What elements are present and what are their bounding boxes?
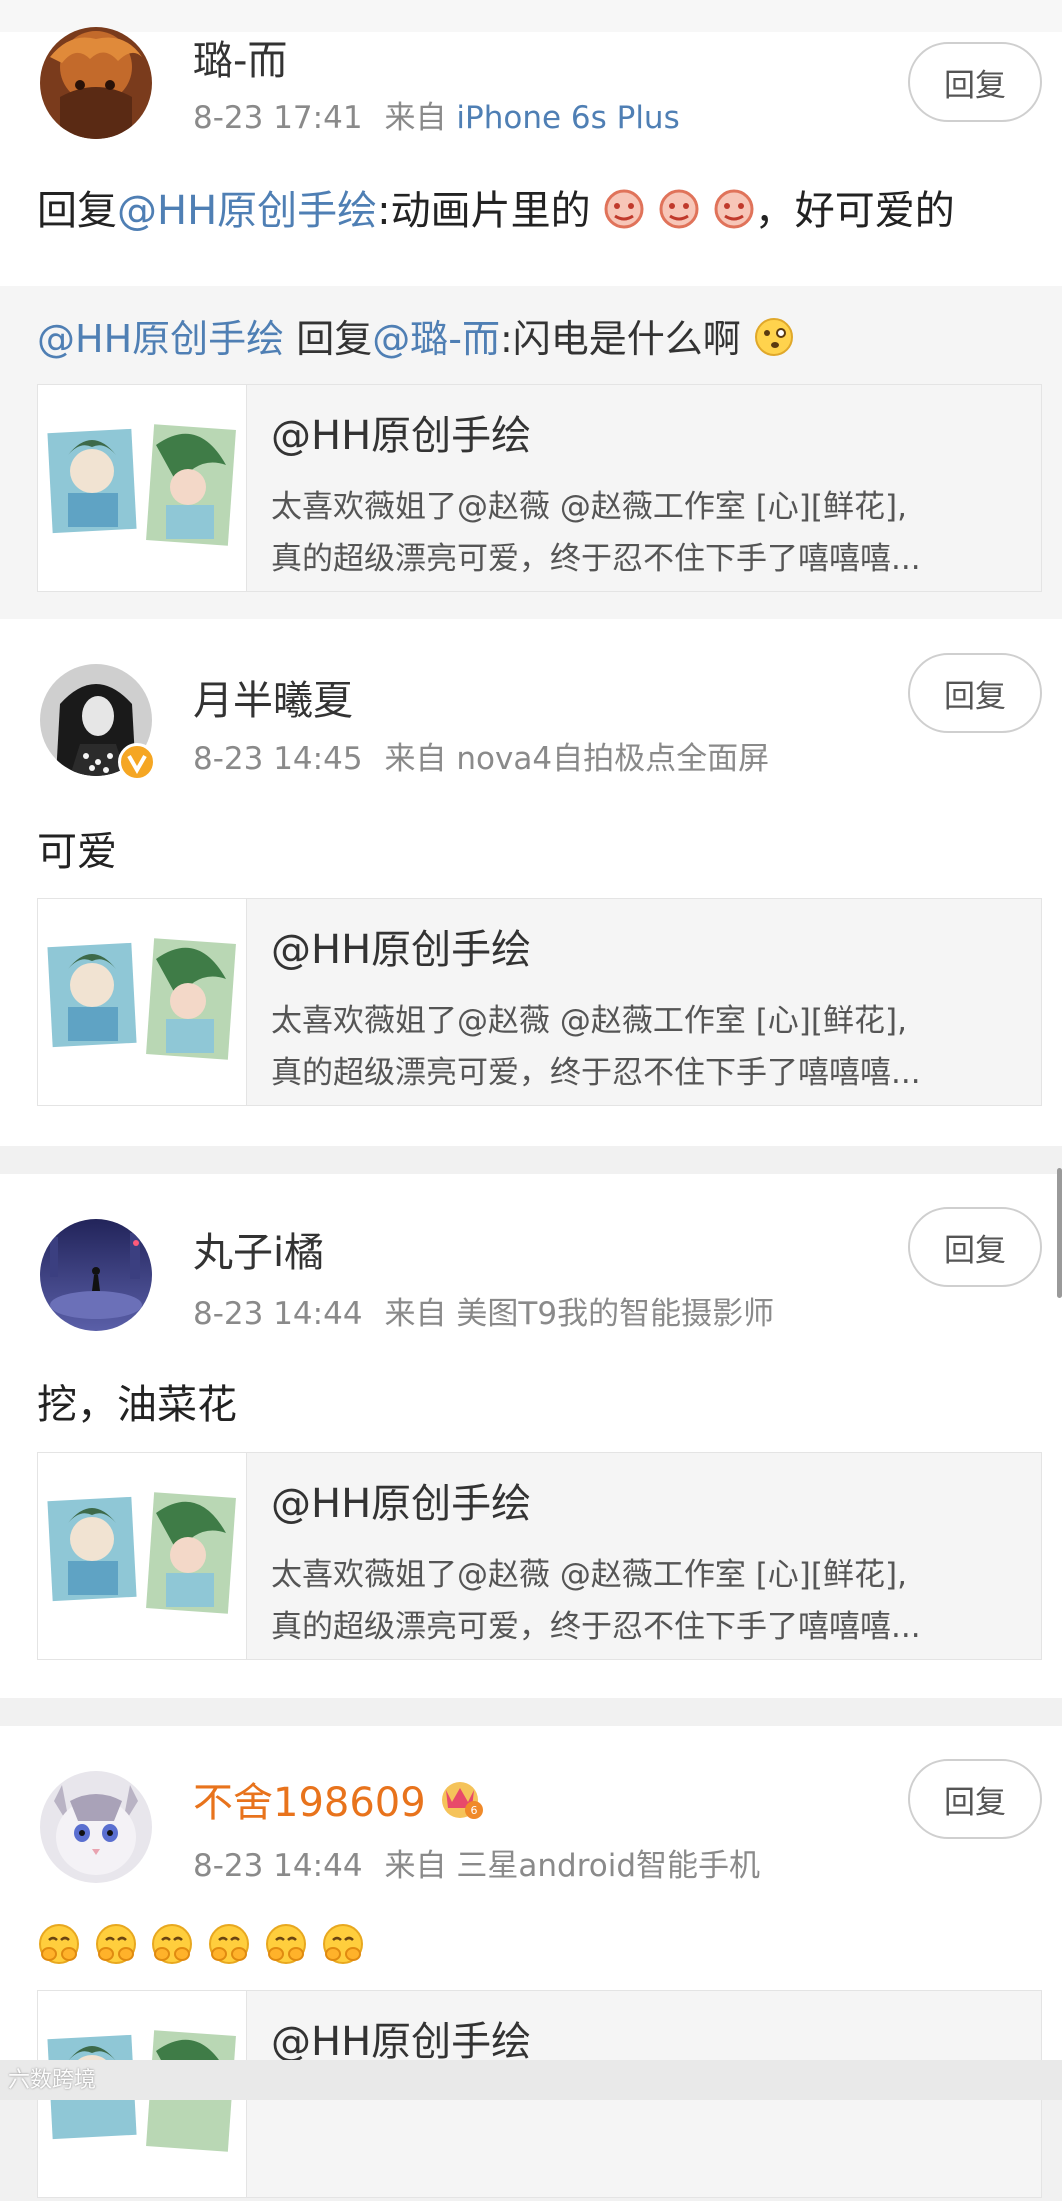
quoted-author: @HH原创手绘 — [271, 2019, 532, 2065]
avatar[interactable] — [40, 1771, 152, 1883]
device-link[interactable]: 三星android智能手机 — [456, 1848, 760, 1884]
comment-emojis — [37, 1922, 365, 1976]
hiding-face-emoji-icon — [150, 1922, 194, 1976]
post-thumbnail — [38, 385, 247, 591]
timestamp: 8-23 17:41 — [193, 100, 363, 136]
top-edge — [0, 0, 1062, 33]
emoji-icon — [658, 188, 700, 240]
comment-card: 月半曦夏 8-23 14:45 来自 nova4自拍极点全面屏 回复 可爱 @HH… — [0, 619, 1062, 1146]
quoted-post[interactable]: @HH原创手绘 太喜欢薇姐了@赵薇 @赵薇工作室 [心][鲜花], 真的超级漂亮… — [37, 898, 1042, 1106]
comment-suffix: ，好可爱的 — [754, 188, 955, 234]
verified-badge-icon — [118, 743, 156, 781]
comment-meta: 8-23 14:45 来自 nova4自拍极点全面屏 — [193, 733, 769, 778]
hiding-face-emoji-icon — [207, 1922, 251, 1976]
quoted-author: @HH原创手绘 — [271, 1481, 532, 1527]
comment-text: 挖，油菜花 — [37, 1382, 237, 1428]
quoted-text: 真的超级漂亮可爱，终于忍不住下手了嘻嘻嘻... — [271, 1055, 921, 1091]
quoted-text: 太喜欢薇姐了@赵薇 @赵薇工作室 [心][鲜花], — [271, 1557, 907, 1593]
hiding-face-emoji-icon — [94, 1922, 138, 1976]
crown-badge-icon: 6 — [438, 1776, 484, 1830]
comment-meta: 8-23 14:44 来自 三星android智能手机 — [193, 1840, 760, 1885]
avatar[interactable] — [40, 27, 152, 139]
reply-button[interactable]: 回复 — [908, 1207, 1042, 1287]
source-prefix: 来自 — [384, 100, 447, 136]
confused-emoji-icon — [753, 316, 795, 367]
timestamp: 8-23 14:44 — [193, 1848, 363, 1884]
emoji-icon — [713, 188, 755, 240]
username[interactable]: 璐-而 — [193, 28, 287, 86]
comment-card: 不舍198609 6 8-23 14:44 来自 三星android智能手机 回复… — [0, 1726, 1062, 2198]
username-text: 不舍198609 — [193, 1780, 426, 1826]
comment-text: 可爱 — [37, 829, 117, 875]
comment-body: :动画片里的 — [377, 188, 591, 234]
device-link[interactable]: iPhone 6s Plus — [456, 100, 679, 136]
hiding-face-emoji-icon — [321, 1922, 365, 1976]
bottom-edge — [0, 2060, 1062, 2100]
sub-reply-body: :闪电是什么啊 — [499, 317, 741, 361]
quoted-post[interactable]: @HH原创手绘 太喜欢薇姐了@赵薇 @赵薇工作室 [心][鲜花], 真的超级漂亮… — [37, 1452, 1042, 1660]
reply-prefix: 回复 — [37, 188, 117, 234]
username[interactable]: 丸子i橘 — [193, 1220, 324, 1278]
timestamp: 8-23 14:45 — [193, 741, 363, 777]
reply-button[interactable]: 回复 — [908, 653, 1042, 733]
post-thumbnail — [38, 899, 247, 1105]
mention-link[interactable]: @HH原创手绘 — [117, 188, 377, 234]
sub-reply: @HH原创手绘 回复@璐-而:闪电是什么啊 @HH原创手绘 太喜欢薇姐了@赵薇 … — [0, 286, 1062, 628]
emoji-icon — [603, 188, 645, 240]
comment-meta: 8-23 14:44 来自 美图T9我的智能摄影师 — [193, 1288, 774, 1333]
post-thumbnail — [38, 1453, 247, 1659]
username[interactable]: 月半曦夏 — [193, 668, 353, 726]
mention-link[interactable]: @HH原创手绘 — [37, 317, 284, 361]
quoted-text: 太喜欢薇姐了@赵薇 @赵薇工作室 [心][鲜花], — [271, 1003, 907, 1039]
reply-button[interactable]: 回复 — [908, 1759, 1042, 1839]
scrollbar[interactable] — [1057, 1168, 1062, 1298]
quoted-text: 真的超级漂亮可爱，终于忍不住下手了嘻嘻嘻... — [271, 1609, 921, 1645]
reply-button[interactable]: 回复 — [908, 42, 1042, 122]
source-prefix: 来自 — [384, 1848, 447, 1884]
svg-text:6: 6 — [471, 1804, 478, 1817]
source-prefix: 来自 — [384, 741, 447, 777]
quoted-author: @HH原创手绘 — [271, 413, 532, 459]
quoted-text: 真的超级漂亮可爱，终于忍不住下手了嘻嘻嘻... — [271, 541, 921, 577]
timestamp: 8-23 14:44 — [193, 1296, 363, 1332]
device-link[interactable]: 美图T9我的智能摄影师 — [456, 1296, 774, 1332]
avatar[interactable] — [40, 1219, 152, 1331]
watermark: 六数跨境 — [8, 2068, 97, 2093]
comment-meta: 8-23 17:41 来自 iPhone 6s Plus — [193, 92, 680, 137]
sub-reply-text: @HH原创手绘 回复@璐-而:闪电是什么啊 — [37, 308, 795, 367]
device-link[interactable]: nova4自拍极点全面屏 — [456, 741, 769, 777]
username[interactable]: 不舍198609 6 — [193, 1770, 484, 1830]
comment-text: 回复@HH原创手绘:动画片里的 ，好可爱的 — [37, 178, 955, 240]
source-prefix: 来自 — [384, 1296, 447, 1332]
hiding-face-emoji-icon — [37, 1922, 81, 1976]
reply-word: 回复 — [296, 317, 373, 361]
hiding-face-emoji-icon — [264, 1922, 308, 1976]
quoted-author: @HH原创手绘 — [271, 927, 532, 973]
comment-card: 璐-而 8-23 17:41 来自 iPhone 6s Plus 回复 回复@HH… — [0, 27, 1062, 628]
mention-link[interactable]: @璐-而 — [372, 317, 500, 361]
quoted-text: 太喜欢薇姐了@赵薇 @赵薇工作室 [心][鲜花], — [271, 489, 907, 525]
quoted-post[interactable]: @HH原创手绘 太喜欢薇姐了@赵薇 @赵薇工作室 [心][鲜花], 真的超级漂亮… — [37, 384, 1042, 592]
comment-card: 丸子i橘 8-23 14:44 来自 美图T9我的智能摄影师 回复 挖，油菜花 @… — [0, 1174, 1062, 1698]
